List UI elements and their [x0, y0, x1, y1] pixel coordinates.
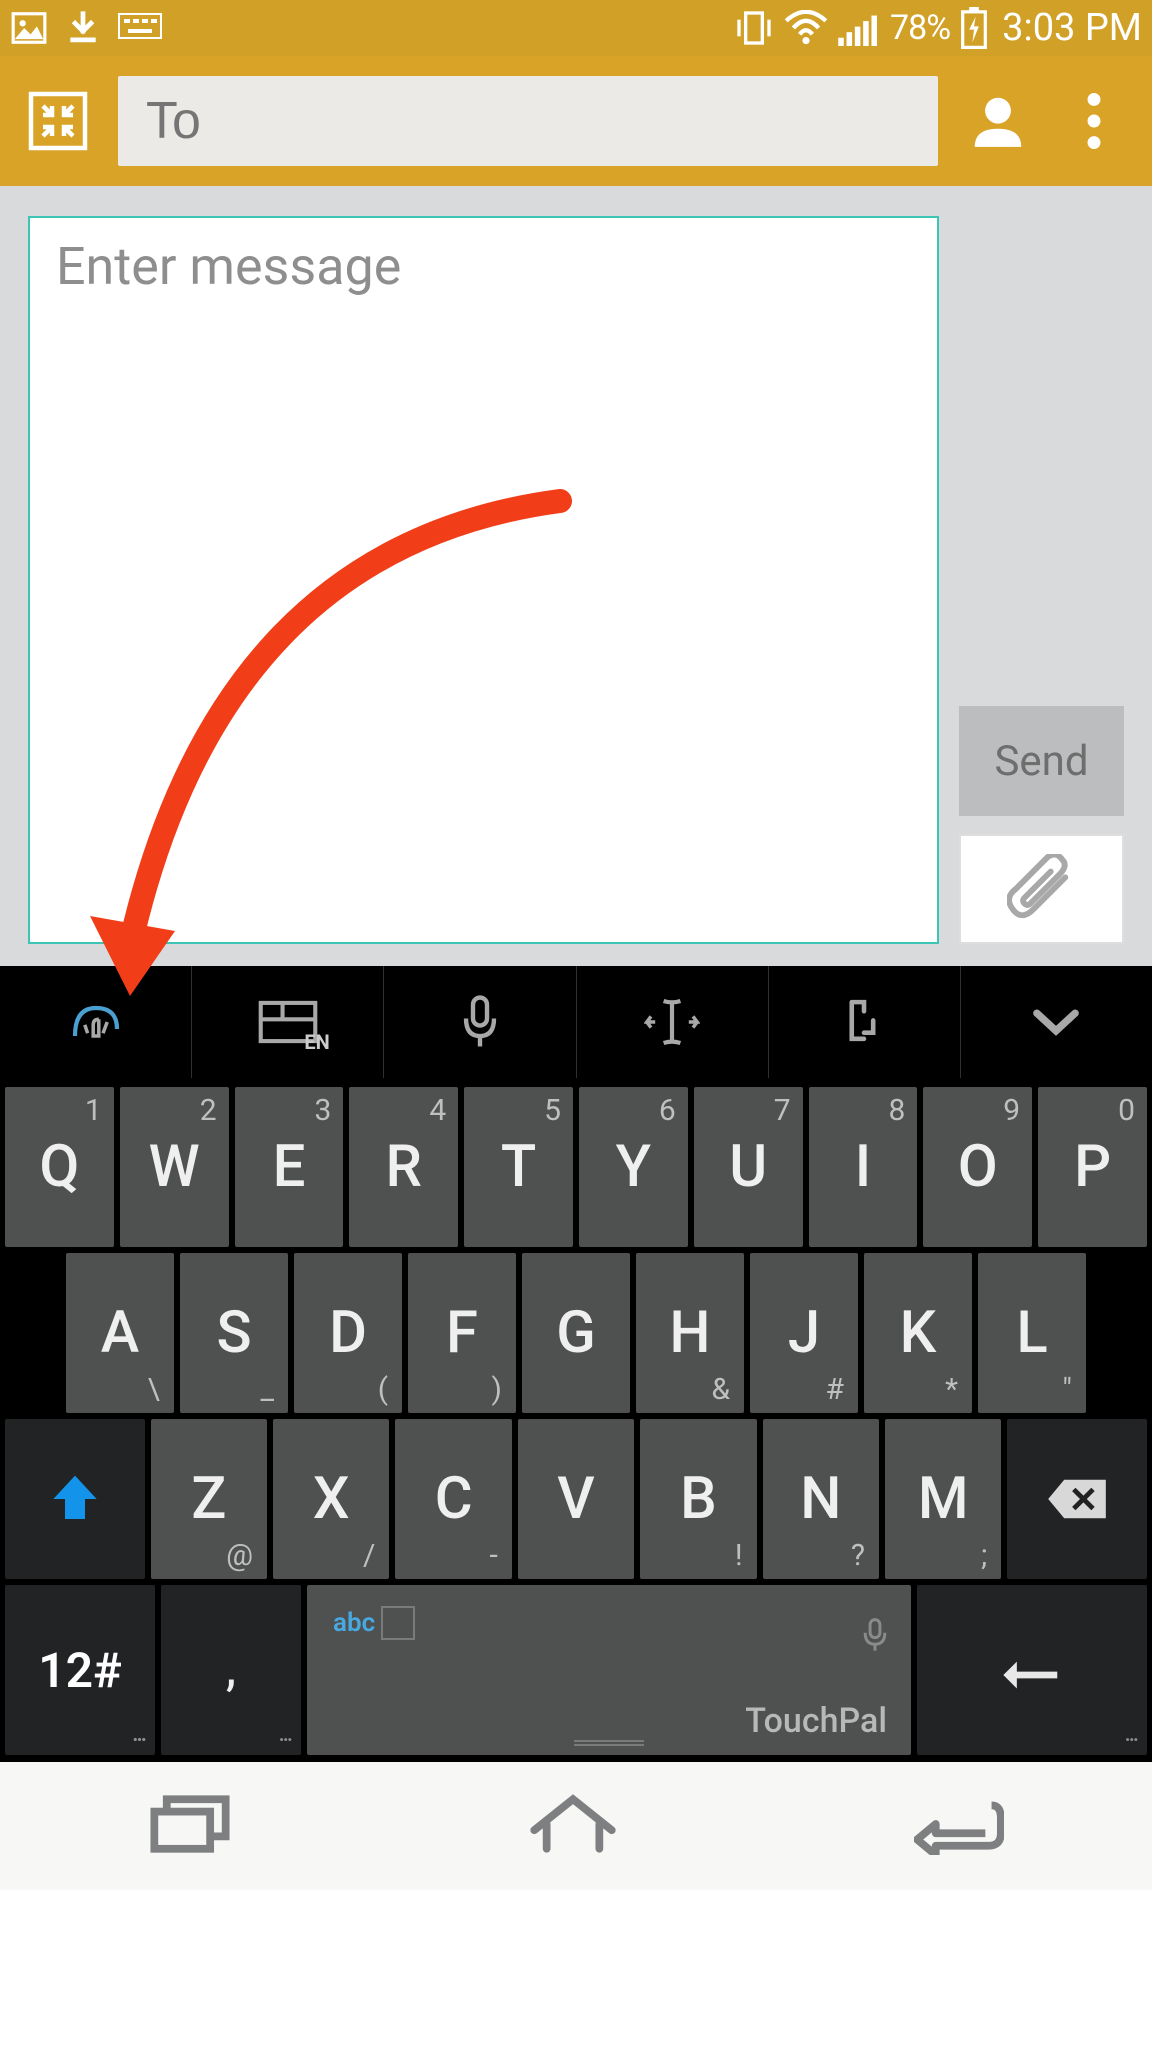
back-icon[interactable]	[914, 1793, 1004, 1859]
battery-percent: 78%	[890, 8, 950, 48]
key-shift[interactable]	[5, 1419, 145, 1579]
keyboard-lang-label: EN	[304, 1030, 329, 1054]
key-b[interactable]: B!	[640, 1419, 756, 1579]
swipe-settings-icon[interactable]	[0, 966, 192, 1078]
key-w[interactable]: 2W	[120, 1087, 229, 1247]
message-input[interactable]: Enter message	[28, 216, 939, 944]
key-k[interactable]: K*	[864, 1253, 972, 1413]
key-t[interactable]: 5T	[464, 1087, 573, 1247]
key-space[interactable]: abc TouchPal	[307, 1585, 911, 1755]
collapse-icon[interactable]	[22, 85, 94, 157]
key-z[interactable]: Z@	[151, 1419, 267, 1579]
paperclip-icon	[1007, 854, 1077, 924]
key-v[interactable]: V	[518, 1419, 634, 1579]
abc-toggle: abc	[329, 1603, 415, 1643]
keyboard-row-4: 12#... ,... abc TouchPal ...	[2, 1582, 1150, 1758]
key-i[interactable]: 8I	[809, 1087, 918, 1247]
more-options-icon[interactable]	[1058, 85, 1130, 157]
cursor-control-icon[interactable]	[577, 966, 769, 1078]
compose-header	[0, 56, 1152, 186]
contact-icon[interactable]	[962, 85, 1034, 157]
key-a[interactable]: A\	[66, 1253, 174, 1413]
keyboard-row-2: A\ S_ D( F) G H& J# K* L"	[2, 1250, 1150, 1416]
home-icon[interactable]	[528, 1793, 618, 1859]
key-l[interactable]: L"	[978, 1253, 1086, 1413]
recipient-field-wrap[interactable]	[118, 76, 938, 166]
key-q[interactable]: 1Q	[5, 1087, 114, 1247]
backspace-icon	[1045, 1476, 1109, 1522]
recipient-input[interactable]	[146, 91, 910, 151]
key-f[interactable]: F)	[408, 1253, 516, 1413]
key-y[interactable]: 6Y	[579, 1087, 688, 1247]
key-s[interactable]: S_	[180, 1253, 288, 1413]
signal-icon	[838, 10, 880, 46]
send-button[interactable]: Send	[959, 706, 1124, 816]
keyboard-hide-icon[interactable]	[961, 966, 1152, 1078]
status-clock: 3:03 PM	[1002, 6, 1142, 50]
wifi-icon	[784, 10, 828, 46]
key-numeric[interactable]: 12#...	[5, 1585, 155, 1755]
voice-input-icon[interactable]	[384, 966, 576, 1078]
shift-icon	[50, 1472, 100, 1526]
mic-small-icon	[861, 1601, 889, 1669]
key-m[interactable]: M;	[885, 1419, 1001, 1579]
vibrate-icon	[734, 8, 774, 48]
key-backspace[interactable]	[1007, 1419, 1147, 1579]
edit-mode-icon[interactable]	[769, 966, 961, 1078]
key-n[interactable]: N?	[763, 1419, 879, 1579]
attach-button[interactable]	[959, 834, 1124, 944]
recent-apps-icon[interactable]	[148, 1793, 232, 1859]
compose-area: Enter message Send	[0, 186, 1152, 966]
keyboard-indicator-icon	[118, 13, 162, 43]
space-grip-icon	[574, 1739, 644, 1747]
key-j[interactable]: J#	[750, 1253, 858, 1413]
key-h[interactable]: H&	[636, 1253, 744, 1413]
keyboard-toolbar: EN	[0, 966, 1152, 1078]
key-o[interactable]: 9O	[923, 1087, 1032, 1247]
android-navbar	[0, 1762, 1152, 1890]
key-comma[interactable]: ,...	[161, 1585, 301, 1755]
download-icon	[64, 9, 102, 47]
key-u[interactable]: 7U	[694, 1087, 803, 1247]
key-c[interactable]: C-	[395, 1419, 511, 1579]
image-icon	[10, 9, 48, 47]
key-r[interactable]: 4R	[349, 1087, 458, 1247]
key-enter[interactable]: ...	[917, 1585, 1147, 1755]
key-d[interactable]: D(	[294, 1253, 402, 1413]
keyboard-layout-icon[interactable]: EN	[192, 966, 384, 1078]
key-e[interactable]: 3E	[235, 1087, 344, 1247]
keyboard-brand: TouchPal	[745, 1701, 887, 1741]
battery-charging-icon	[960, 7, 988, 49]
status-bar: 78% 3:03 PM	[0, 0, 1152, 56]
enter-icon	[1000, 1644, 1064, 1696]
key-g[interactable]: G	[522, 1253, 630, 1413]
keyboard-row-1: 1Q 2W 3E 4R 5T 6Y 7U 8I 9O 0P	[2, 1084, 1150, 1250]
keyboard-row-3: Z@ X/ C- V B! N? M;	[2, 1416, 1150, 1582]
key-p[interactable]: 0P	[1038, 1087, 1147, 1247]
keyboard: 1Q 2W 3E 4R 5T 6Y 7U 8I 9O 0P A\ S_ D( F…	[0, 1078, 1152, 1762]
key-x[interactable]: X/	[273, 1419, 389, 1579]
